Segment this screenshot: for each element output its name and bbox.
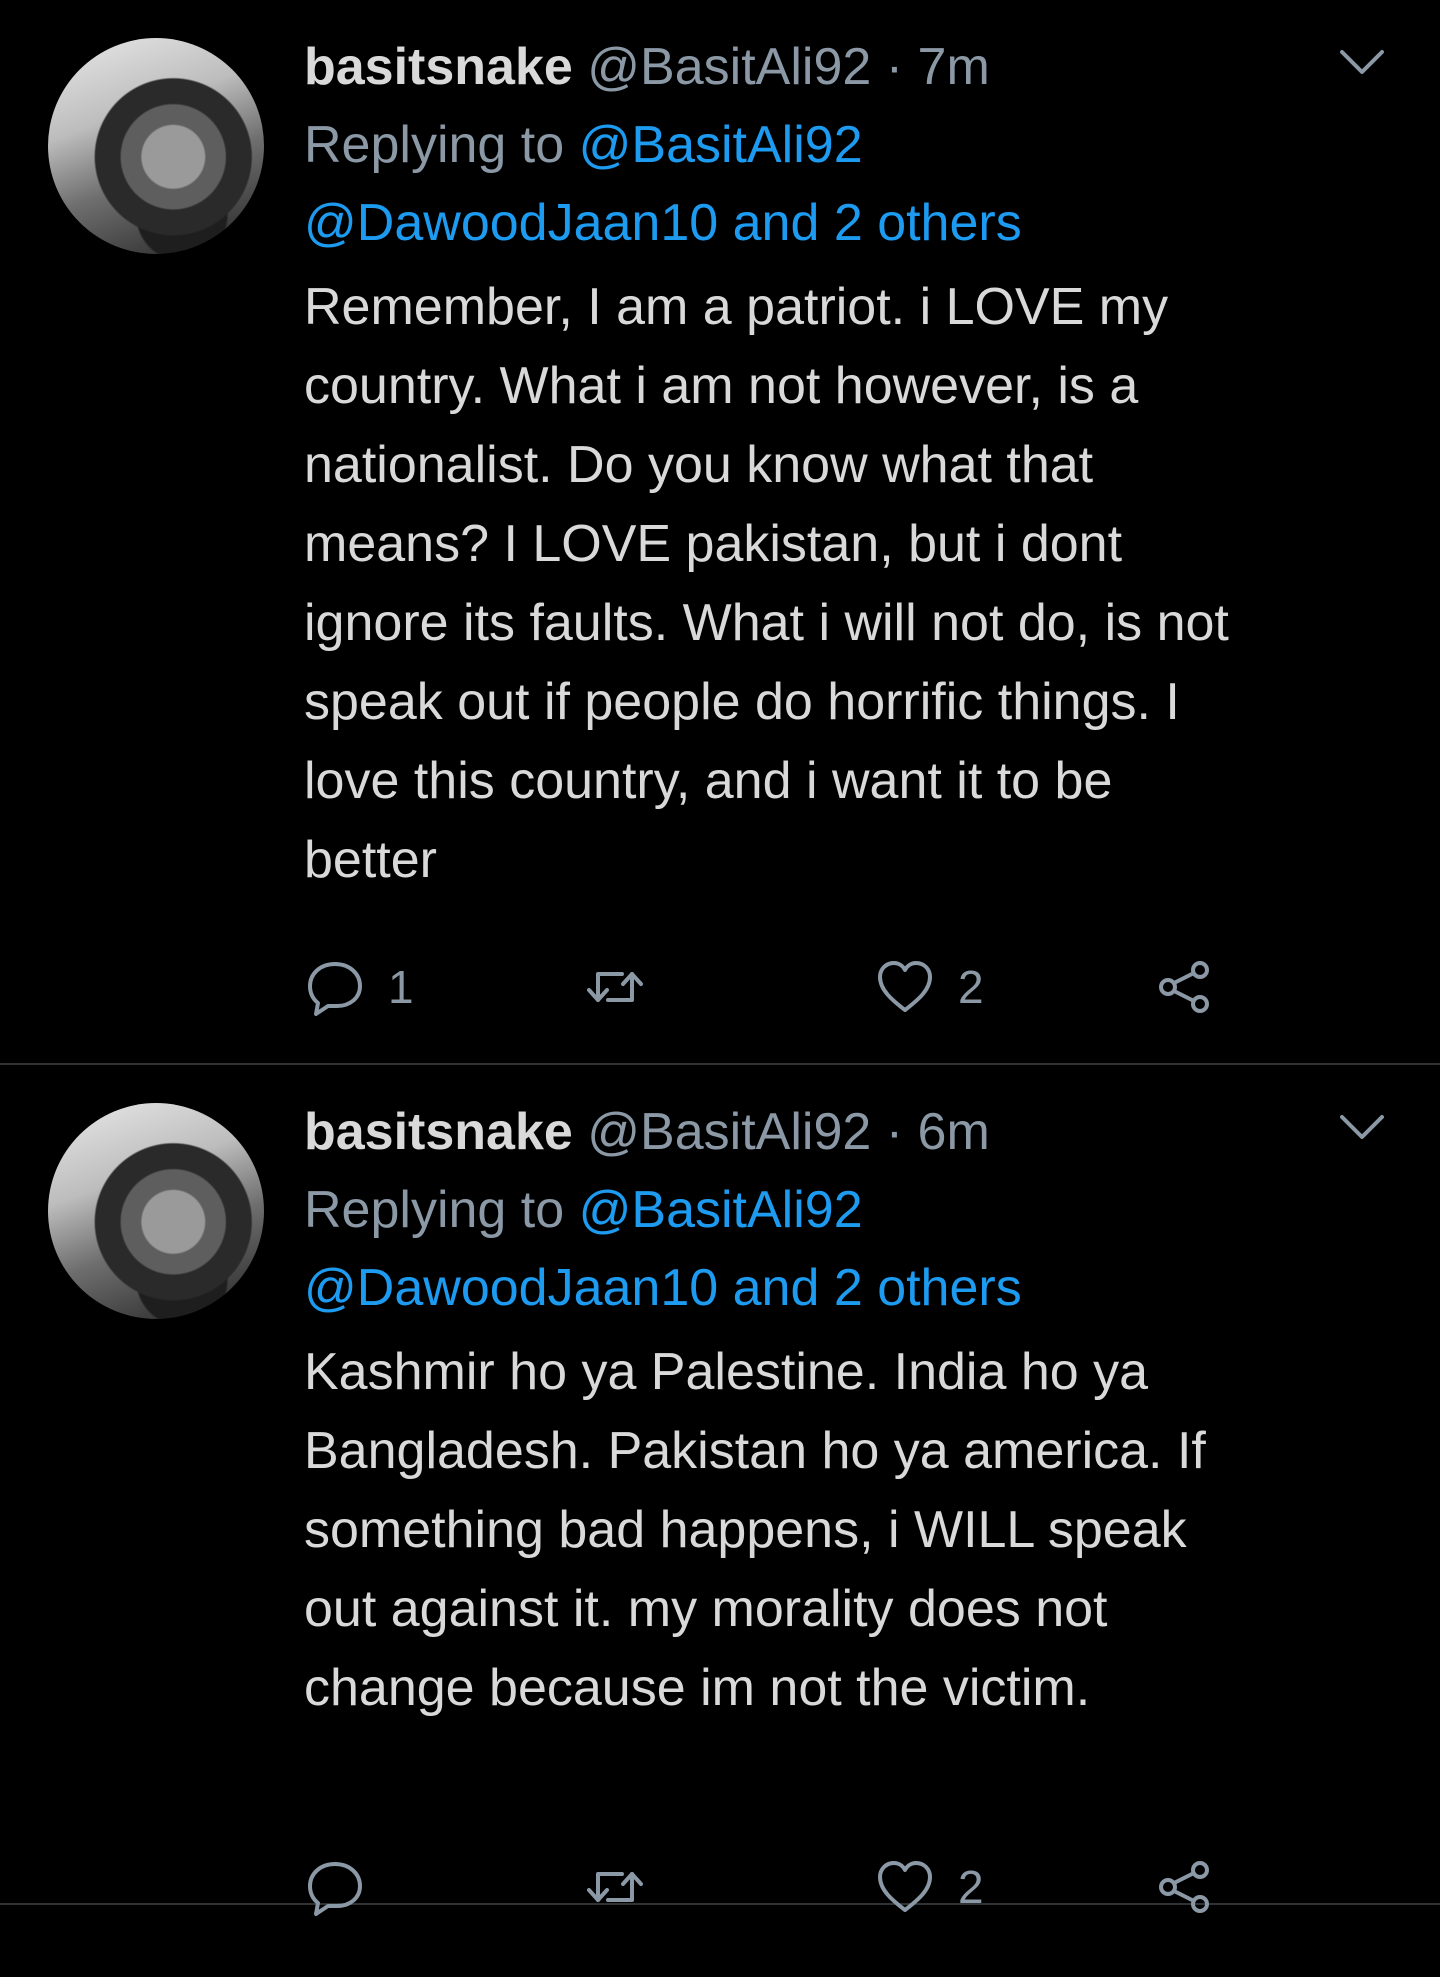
replying-prefix: Replying to — [304, 116, 565, 174]
tweet-body-line: love this country, and i want it to be — [304, 752, 1113, 810]
share-button[interactable] — [1154, 1847, 1216, 1927]
like-count: 2 — [958, 1861, 984, 1913]
like-icon — [878, 961, 932, 1012]
tweet-body-line: speak out if people do horrific things. … — [304, 673, 1180, 731]
tweet[interactable]: basitsnake @BasitAli92 · 6m Replying to … — [0, 1065, 1440, 1916]
tweet-body-line: something bad happens, i WILL speak — [304, 1501, 1187, 1559]
tweet[interactable]: basitsnake @BasitAli92 · 7m Replying to … — [0, 0, 1440, 1065]
replying-others-link[interactable]: @DawoodJaan10 and 2 others — [304, 194, 1022, 252]
user-handle[interactable]: @BasitAli92 — [587, 1103, 871, 1161]
replying-handle-link[interactable]: @BasitAli92 — [579, 116, 863, 174]
replying-handle-link[interactable]: @BasitAli92 — [579, 1181, 863, 1239]
retweet-button[interactable] — [584, 947, 668, 1027]
replying-to: Replying to @BasitAli92 — [304, 1171, 1392, 1249]
tweet-body: Kashmir ho ya Palestine. India ho ya Ban… — [304, 1333, 1392, 1728]
like-button[interactable]: 2 — [874, 1847, 984, 1927]
reply-button[interactable] — [304, 1847, 388, 1927]
tweet-body-line: better — [304, 831, 437, 889]
tweet-header: basitsnake @BasitAli92 · 7m — [304, 28, 1392, 106]
like-count: 2 — [958, 961, 984, 1013]
avatar[interactable] — [48, 38, 264, 254]
tweet-body-line: means? I LOVE pakistan, but i dont — [304, 515, 1123, 573]
tweet-actions: 2 — [304, 1847, 1264, 1927]
tweet-body-line: Kashmir ho ya Palestine. India ho ya — [304, 1343, 1149, 1401]
reply-icon — [308, 962, 362, 1016]
tweet-body-line: change because im not the victim. — [304, 1659, 1091, 1717]
replying-to: Replying to @BasitAli92 — [304, 106, 1392, 184]
tweet-body-line: ignore its faults. What i will not do, i… — [304, 594, 1229, 652]
like-icon — [878, 1861, 932, 1912]
reply-button[interactable]: 1 — [304, 947, 414, 1027]
avatar[interactable] — [48, 1103, 264, 1319]
display-name[interactable]: basitsnake — [304, 38, 573, 96]
share-icon — [1159, 1861, 1209, 1913]
replying-others-row: @DawoodJaan10 and 2 others — [304, 184, 1392, 262]
tweet-actions: 1 2 — [304, 947, 1264, 1027]
replying-prefix: Replying to — [304, 1181, 565, 1239]
tweet-body-line: country. What i am not however, is a — [304, 357, 1139, 415]
reply-count: 1 — [388, 961, 414, 1013]
tweet-body-line: Bangladesh. Pakistan ho ya america. If — [304, 1422, 1206, 1480]
tweet-header: basitsnake @BasitAli92 · 6m — [304, 1093, 1392, 1171]
tweet-time[interactable]: 6m — [918, 1103, 990, 1161]
retweet-icon — [587, 1872, 643, 1902]
reply-icon — [308, 1862, 362, 1916]
header-separator: · — [885, 1103, 904, 1161]
user-handle[interactable]: @BasitAli92 — [587, 38, 871, 96]
share-button[interactable] — [1154, 947, 1216, 1027]
retweet-icon — [587, 972, 643, 1002]
tweet-body-line: out against it. my morality does not — [304, 1580, 1108, 1638]
header-separator: · — [885, 38, 904, 96]
tweet-time[interactable]: 7m — [918, 38, 990, 96]
like-button[interactable]: 2 — [874, 947, 984, 1027]
retweet-button[interactable] — [584, 1847, 668, 1927]
share-icon — [1159, 961, 1209, 1013]
replying-others-link[interactable]: @DawoodJaan10 and 2 others — [304, 1259, 1022, 1317]
display-name[interactable]: basitsnake — [304, 1103, 573, 1161]
tweet-body: Remember, I am a patriot. i LOVE my coun… — [304, 268, 1392, 900]
replying-others-row: @DawoodJaan10 and 2 others — [304, 1249, 1392, 1327]
tweet-body-line: nationalist. Do you know what that — [304, 436, 1094, 494]
tweet-body-line: Remember, I am a patriot. i LOVE my — [304, 278, 1169, 336]
tweet-content: basitsnake @BasitAli92 · 6m Replying to … — [304, 1093, 1392, 1728]
tweet-content: basitsnake @BasitAli92 · 7m Replying to … — [304, 28, 1392, 900]
